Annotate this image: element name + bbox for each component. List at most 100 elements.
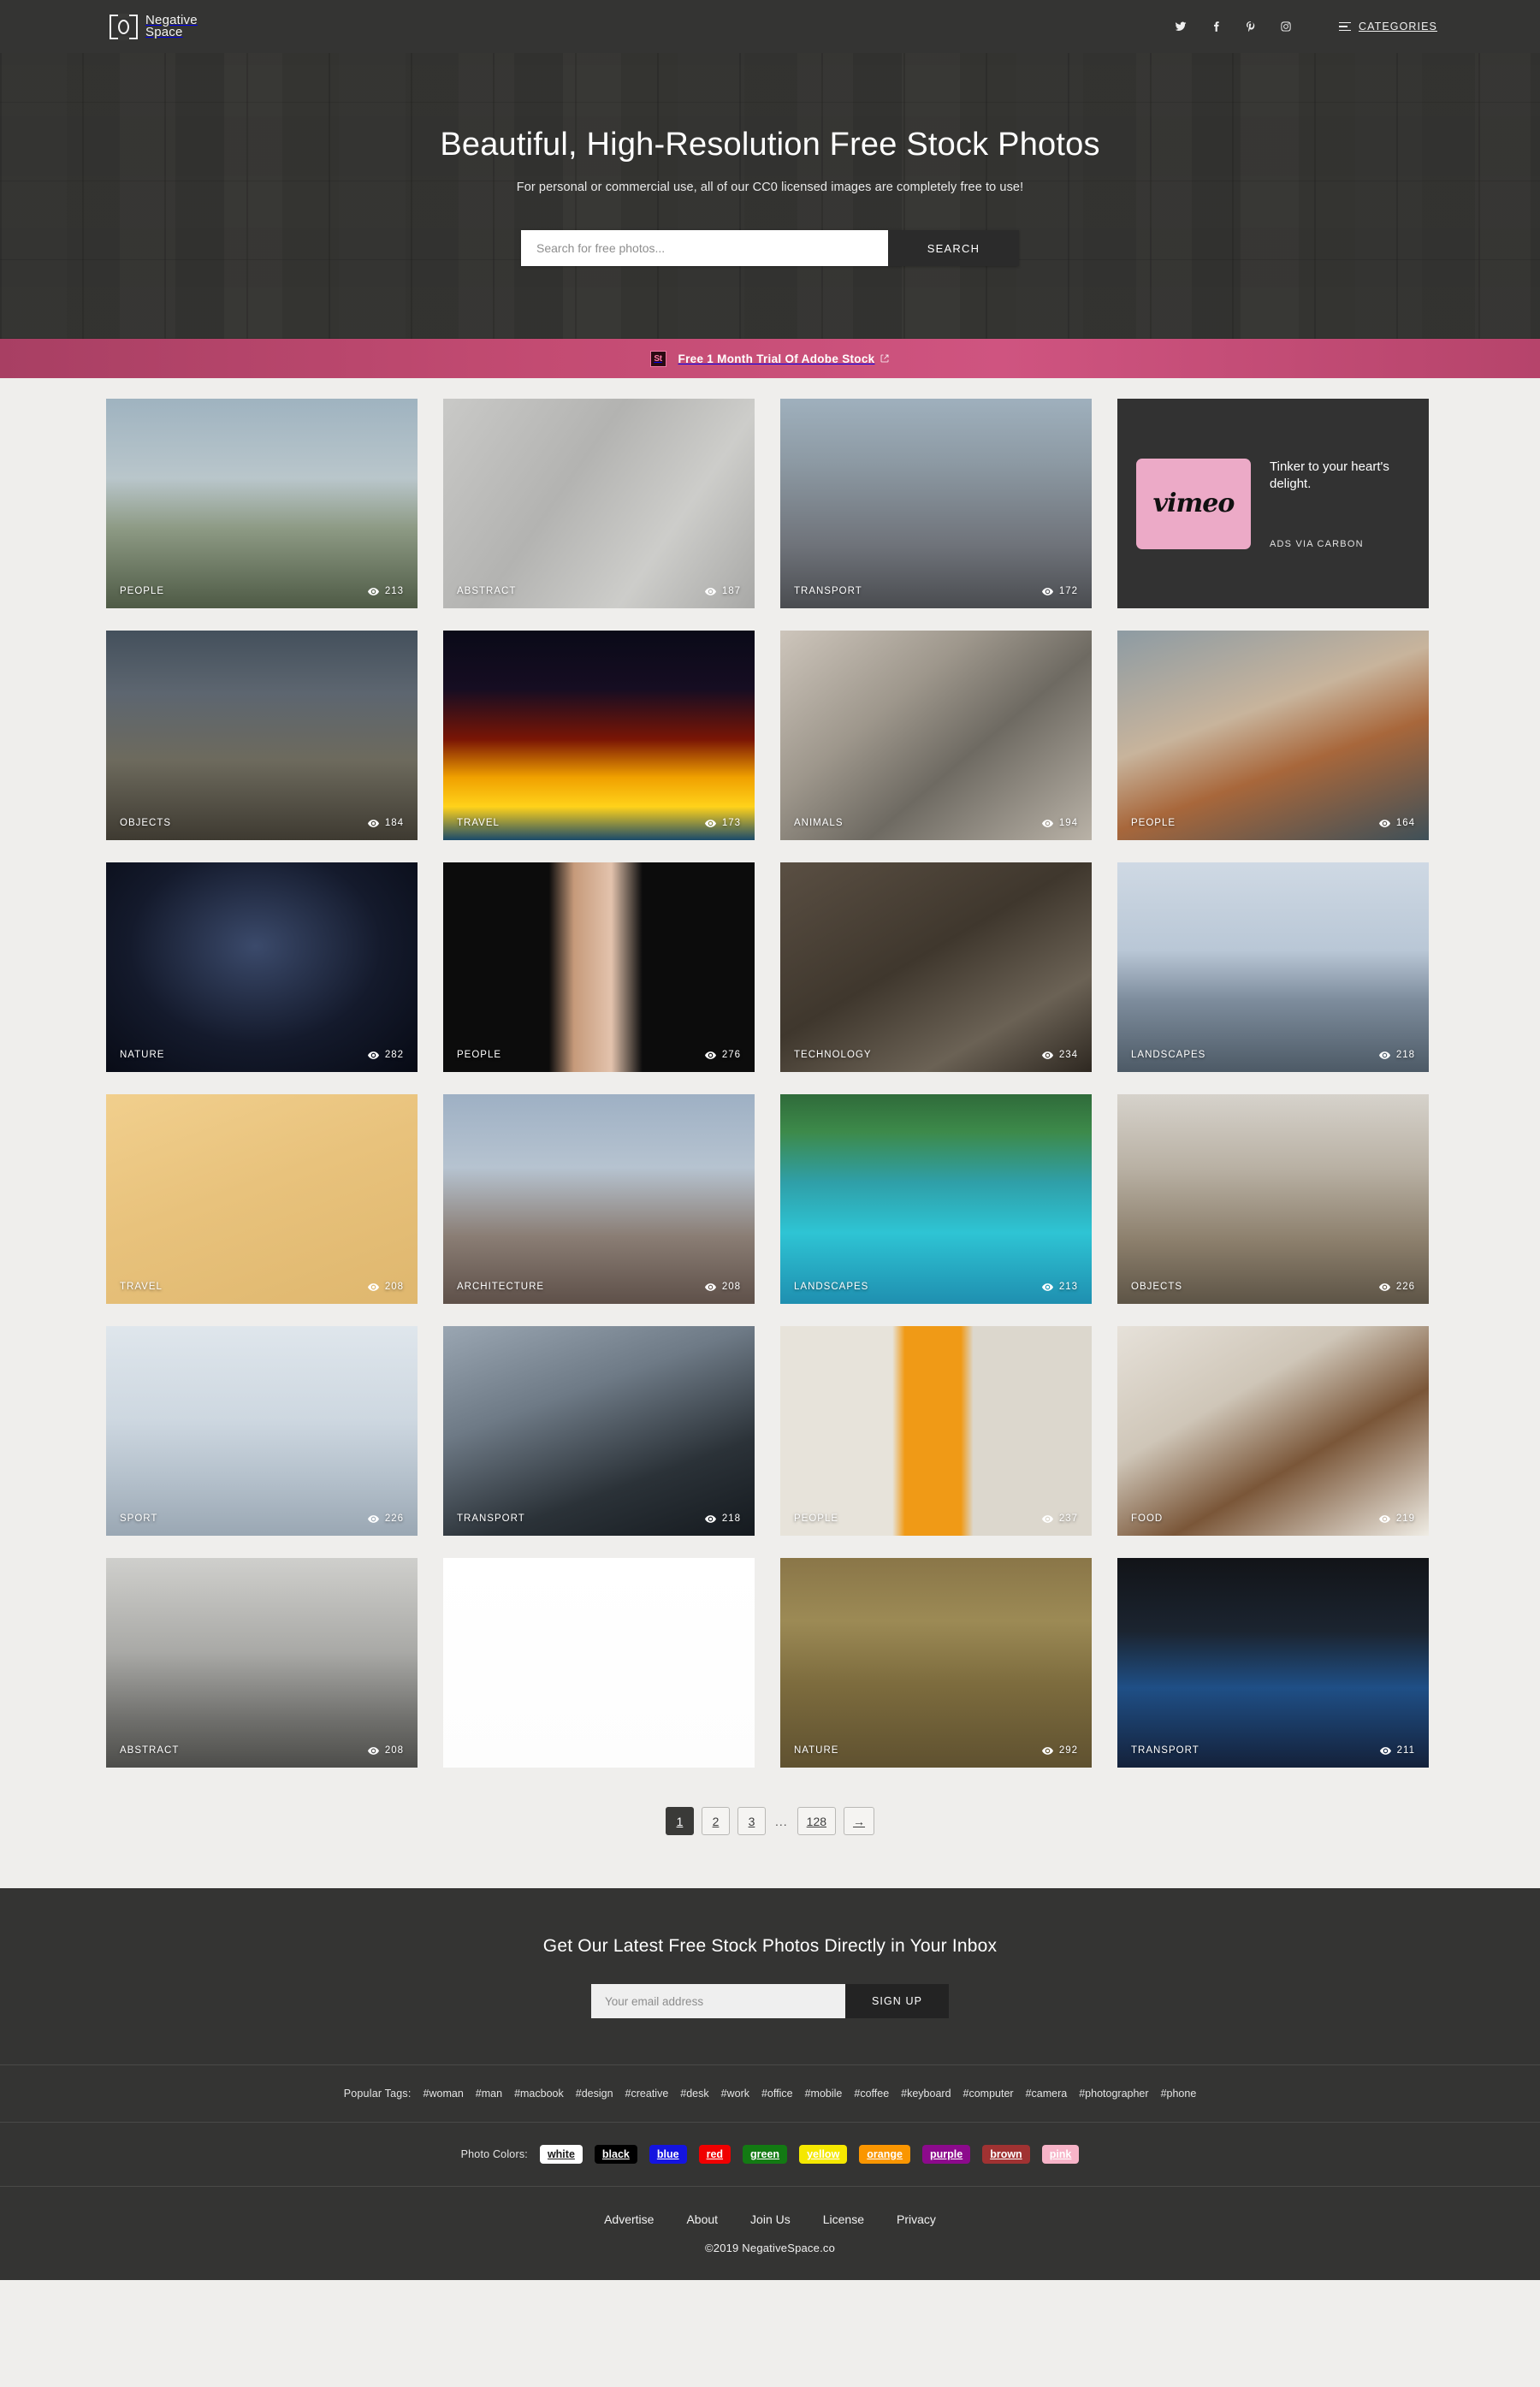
photo-view-number: 184 xyxy=(384,818,404,828)
eye-icon xyxy=(367,587,379,595)
photo-view-count: 211 xyxy=(1379,1745,1415,1756)
photo-card[interactable]: ABSTRACT 208 xyxy=(106,1558,418,1768)
adobe-stock-promo-banner[interactable]: St Free 1 Month Trial Of Adobe Stock xyxy=(0,339,1540,378)
photo-view-number: 208 xyxy=(384,1745,404,1756)
categories-label: CATEGORIES xyxy=(1358,21,1437,33)
photo-card[interactable]: PEOPLE 237 xyxy=(780,1326,1092,1536)
photo-card[interactable]: ANIMALS 194 xyxy=(780,631,1092,840)
photo-card[interactable] xyxy=(443,1558,755,1768)
photo-card[interactable]: TRANSPORT 172 xyxy=(780,399,1092,608)
photo-card[interactable]: ARCHITECTURE 208 xyxy=(443,1094,755,1304)
photo-view-count: 187 xyxy=(704,586,741,596)
newsletter-title: Get Our Latest Free Stock Photos Directl… xyxy=(542,1936,998,1956)
photo-category-label: PEOPLE xyxy=(457,1050,502,1060)
twitter-icon[interactable] xyxy=(1173,19,1189,35)
footer-link[interactable]: Privacy xyxy=(897,2212,936,2226)
photo-color-chip[interactable]: red xyxy=(698,2145,732,2164)
next-page-button[interactable]: → xyxy=(844,1807,875,1835)
photo-view-number: 282 xyxy=(384,1050,404,1060)
page-button-2[interactable]: 2 xyxy=(701,1807,730,1835)
popular-tag-link[interactable]: #keyboard xyxy=(901,2088,951,2100)
signup-button[interactable]: SIGN UP xyxy=(845,1984,949,2018)
footer-bottom: Advertise About Join Us License Privacy ©201… xyxy=(0,2186,1540,2280)
photo-card-meta: LANDSCAPES 218 xyxy=(1117,1038,1429,1072)
page-button-3[interactable]: 3 xyxy=(737,1807,766,1835)
photo-card[interactable]: NATURE 282 xyxy=(106,862,418,1072)
photo-view-count: 213 xyxy=(1041,1282,1078,1292)
photo-card[interactable]: TECHNOLOGY 234 xyxy=(780,862,1092,1072)
popular-tag-link[interactable]: #work xyxy=(721,2088,749,2100)
search-form: SEARCH xyxy=(521,230,1019,266)
popular-tag-link[interactable]: #computer xyxy=(963,2088,1014,2100)
popular-tag-link[interactable]: #man xyxy=(476,2088,502,2100)
photo-view-number: 164 xyxy=(1395,818,1415,828)
photo-card[interactable]: TRANSPORT 218 xyxy=(443,1326,755,1536)
photo-card-meta: ARCHITECTURE 208 xyxy=(443,1270,755,1304)
page-button-last[interactable]: 128 xyxy=(797,1807,837,1835)
footer-links: Advertise About Join Us License Privacy xyxy=(0,2187,1540,2226)
photo-colors-row: Photo Colors: white black blue red green yell… xyxy=(0,2122,1540,2186)
photo-color-chip[interactable]: white xyxy=(539,2145,583,2164)
popular-tag-link[interactable]: #mobile xyxy=(805,2088,843,2100)
photo-card[interactable]: TRANSPORT 211 xyxy=(1117,1558,1429,1768)
photo-card[interactable]: PEOPLE 213 xyxy=(106,399,418,608)
photo-card[interactable]: SPORT 226 xyxy=(106,1326,418,1536)
photo-color-chip[interactable]: yellow xyxy=(799,2145,848,2164)
photo-color-chip[interactable]: purple xyxy=(921,2145,971,2164)
email-field[interactable] xyxy=(591,1984,845,2018)
photo-card[interactable]: PEOPLE 276 xyxy=(443,862,755,1072)
photo-color-chip[interactable]: green xyxy=(743,2145,788,2164)
advertisement-card[interactable]: vimeo Tinker to your heart's delight. ADS … xyxy=(1117,399,1429,608)
photo-card[interactable]: TRAVEL 173 xyxy=(443,631,755,840)
search-input[interactable] xyxy=(521,230,888,266)
search-button[interactable]: SEARCH xyxy=(888,230,1019,266)
photo-view-number: 226 xyxy=(384,1513,404,1524)
popular-tag-link[interactable]: #macbook xyxy=(514,2088,564,2100)
instagram-icon[interactable] xyxy=(1278,19,1294,35)
photo-card[interactable]: PEOPLE 164 xyxy=(1117,631,1429,840)
footer-link[interactable]: License xyxy=(823,2212,864,2226)
popular-tag-link[interactable]: #photographer xyxy=(1079,2088,1148,2100)
photo-view-number: 173 xyxy=(721,818,741,828)
photo-color-chip[interactable]: black xyxy=(594,2145,637,2164)
eye-icon xyxy=(1379,1746,1391,1755)
page-button-1[interactable]: 1 xyxy=(665,1807,694,1835)
photo-card[interactable]: LANDSCAPES 213 xyxy=(780,1094,1092,1304)
popular-tag-link[interactable]: #phone xyxy=(1161,2088,1197,2100)
popular-tag-link[interactable]: #office xyxy=(761,2088,793,2100)
photo-card[interactable]: ABSTRACT 187 xyxy=(443,399,755,608)
popular-tag-link[interactable]: #creative xyxy=(625,2088,669,2100)
categories-menu-button[interactable]: CATEGORIES xyxy=(1338,21,1437,33)
photo-color-chip[interactable]: brown xyxy=(982,2145,1030,2164)
facebook-icon[interactable] xyxy=(1208,19,1224,35)
photo-color-chip[interactable]: blue xyxy=(649,2145,687,2164)
popular-tag-link[interactable]: #desk xyxy=(680,2088,708,2100)
photo-category-label: NATURE xyxy=(794,1745,839,1756)
photo-card[interactable]: TRAVEL 208 xyxy=(106,1094,418,1304)
popular-tag-link[interactable]: #woman xyxy=(424,2088,464,2100)
photo-view-count: 292 xyxy=(1041,1745,1078,1756)
pagination: 1 2 3 ... 128 → xyxy=(0,1768,1540,1888)
photo-view-number: 276 xyxy=(721,1050,741,1060)
footer: Popular Tags: #woman #man #macbook #design #… xyxy=(0,2064,1540,2280)
popular-tag-link[interactable]: #camera xyxy=(1026,2088,1068,2100)
footer-link[interactable]: Advertise xyxy=(604,2212,654,2226)
photo-card[interactable]: NATURE 292 xyxy=(780,1558,1092,1768)
photo-card[interactable]: OBJECTS 226 xyxy=(1117,1094,1429,1304)
photo-card[interactable]: OBJECTS 184 xyxy=(106,631,418,840)
photo-category-label: PEOPLE xyxy=(120,586,165,596)
photo-card-meta: PEOPLE 213 xyxy=(106,574,418,608)
photo-gallery: PEOPLE 213 ABSTRACT 187 TRANSPORT 172 vimeo Tin… xyxy=(0,378,1540,1888)
photo-color-chip[interactable]: orange xyxy=(859,2145,910,2164)
photo-category-label: PEOPLE xyxy=(794,1513,839,1524)
footer-link[interactable]: Join Us xyxy=(750,2212,791,2226)
photo-card[interactable]: FOOD 219 xyxy=(1117,1326,1429,1536)
pinterest-icon[interactable] xyxy=(1243,19,1259,35)
popular-tag-link[interactable]: #design xyxy=(576,2088,613,2100)
photo-color-chip[interactable]: pink xyxy=(1041,2145,1080,2164)
footer-link[interactable]: About xyxy=(686,2212,718,2226)
site-logo[interactable]: Negative Space xyxy=(110,13,198,40)
photo-card[interactable]: LANDSCAPES 218 xyxy=(1117,862,1429,1072)
eye-icon xyxy=(1041,1514,1053,1523)
popular-tag-link[interactable]: #coffee xyxy=(854,2088,889,2100)
